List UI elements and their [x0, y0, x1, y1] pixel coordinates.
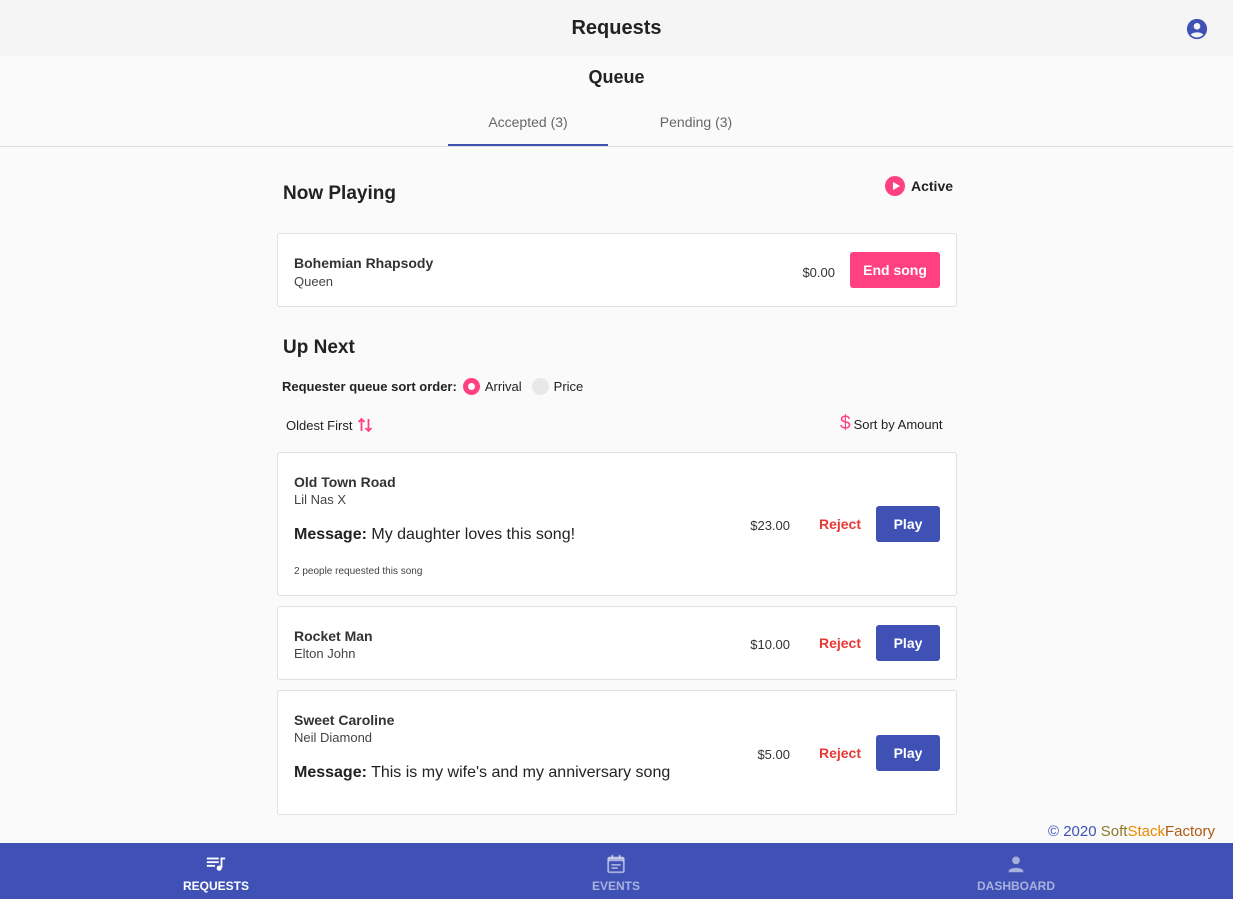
play-button[interactable]: Play: [876, 735, 940, 771]
person-icon: [1008, 856, 1024, 873]
song-artist: Elton John: [294, 646, 356, 661]
nav-requests-label: REQUESTS: [182, 879, 249, 893]
message-text: This is my wife's and my anniversary son…: [371, 764, 671, 781]
oldest-first-label: Oldest First: [286, 417, 353, 433]
message-label: Message:: [294, 526, 367, 543]
swap-vertical-icon: [358, 417, 373, 433]
end-song-button[interactable]: End song: [850, 252, 940, 288]
request-count: 2 people requested this song: [294, 566, 423, 577]
song-price: $5.00: [757, 747, 790, 762]
song-price: $0.00: [802, 265, 835, 280]
sort-by-amount-label: Sort by Amount: [853, 416, 943, 432]
message-text: My daughter loves this song!: [371, 526, 576, 543]
oldest-first-toggle[interactable]: Oldest First: [286, 416, 373, 434]
arrival-radio-label[interactable]: Arrival: [485, 379, 522, 394]
song-price: $23.00: [750, 518, 790, 533]
request-message: Message: My daughter loves this song!: [294, 526, 575, 544]
queue-tabs: Accepted (3) Pending (3): [0, 100, 1233, 147]
request-message: Message: This is my wife's and my annive…: [294, 764, 670, 782]
sort-by-amount-button[interactable]: $ Sort by Amount: [840, 413, 943, 434]
bottom-navigation: REQUESTS EVENTS DASHBOARD: [0, 843, 1233, 899]
song-artist: Neil Diamond: [294, 730, 373, 745]
play-button[interactable]: Play: [876, 506, 940, 542]
play-button[interactable]: Play: [876, 625, 940, 661]
nav-events[interactable]: EVENTS: [516, 843, 716, 899]
brand-part-stack: Stack: [1127, 823, 1165, 840]
calendar-icon: [607, 854, 625, 874]
active-status-label: Active: [911, 178, 954, 194]
price-radio-label[interactable]: Price: [554, 379, 584, 394]
nav-dashboard[interactable]: DASHBOARD: [916, 843, 1116, 899]
app-bar: Requests: [0, 0, 1233, 56]
brand-part-factory: Factory: [1164, 823, 1215, 840]
copyright-text: © 2020: [1048, 823, 1097, 840]
song-price: $10.00: [750, 637, 790, 652]
active-status[interactable]: Active: [885, 176, 953, 196]
price-radio[interactable]: [531, 377, 549, 395]
song-title: Rocket Man: [294, 628, 373, 644]
copyright-notice: © 2020 SoftStackFactory: [1048, 823, 1215, 840]
queue-music-icon: [206, 857, 226, 871]
song-title: Sweet Caroline: [294, 712, 395, 728]
request-card: Rocket Man Elton John $10.00 Reject Play: [277, 606, 957, 680]
song-artist: Lil Nas X: [294, 492, 347, 507]
reject-button[interactable]: Reject: [812, 735, 868, 771]
request-card: Sweet Caroline Neil Diamond Message: Thi…: [277, 690, 957, 815]
now-playing-heading: Now Playing: [283, 183, 396, 204]
now-playing-card: Bohemian Rhapsody Queen $0.00 End song: [277, 233, 957, 307]
play-circle-icon: [885, 176, 905, 196]
brand-part-soft: Soft: [1100, 823, 1128, 840]
sort-order-label: Requester queue sort order:: [282, 378, 457, 394]
tab-accepted[interactable]: Accepted (3): [448, 100, 608, 146]
up-next-heading: Up Next: [283, 337, 355, 358]
request-card: Old Town Road Lil Nas X Message: My daug…: [277, 452, 957, 596]
nav-requests[interactable]: REQUESTS: [116, 843, 316, 899]
song-artist: Queen: [294, 274, 334, 289]
song-title: Old Town Road: [294, 474, 396, 490]
tab-pending[interactable]: Pending (3): [616, 100, 776, 146]
account-circle-icon[interactable]: [1186, 18, 1208, 40]
dollar-icon: $: [840, 413, 851, 434]
arrival-radio[interactable]: [462, 377, 480, 395]
nav-events-label: EVENTS: [591, 879, 640, 893]
brand-name: SoftStackFactory: [1101, 823, 1215, 840]
message-label: Message:: [294, 764, 367, 781]
song-title: Bohemian Rhapsody: [294, 255, 434, 271]
reject-button[interactable]: Reject: [812, 625, 868, 661]
queue-title: Queue: [588, 67, 645, 87]
page-title: Requests: [571, 17, 662, 39]
nav-dashboard-label: DASHBOARD: [977, 879, 1055, 893]
sort-order-selector: Requester queue sort order: Arrival Pric…: [282, 376, 589, 396]
reject-button[interactable]: Reject: [812, 506, 868, 542]
